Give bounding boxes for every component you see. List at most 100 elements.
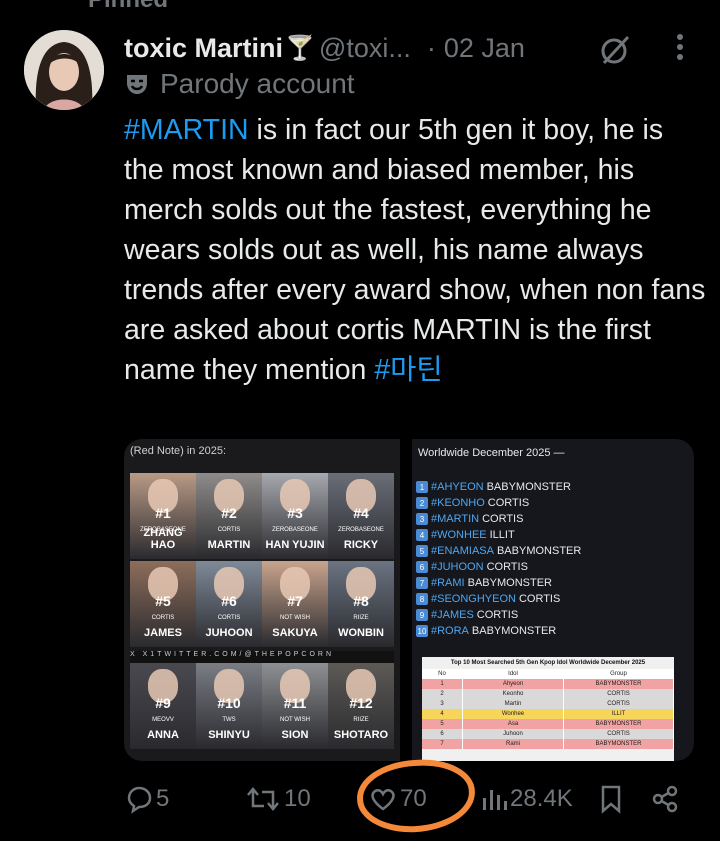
- right-image-caption: Worldwide December 2025 —: [418, 447, 565, 459]
- hashtag-korean[interactable]: #마틴: [374, 354, 442, 386]
- table-row: 2 Keonho CORTIS: [422, 689, 674, 699]
- share-button[interactable]: [650, 784, 682, 814]
- table-row: 1 Ahyeon BABYMONSTER: [422, 679, 674, 689]
- rank-number: 9: [416, 609, 428, 621]
- rank-item: 2 #KEONHO CORTIS: [416, 495, 666, 511]
- rank-group: BABYMONSTER: [486, 481, 571, 493]
- rank-group: BABYMONSTER: [496, 545, 582, 557]
- repost-count: 10: [284, 785, 311, 812]
- idol-cell: #5 CORTIS JAMES: [130, 561, 196, 647]
- rank-hashtag: #RORA: [431, 625, 469, 637]
- rank-number: 10: [416, 625, 428, 637]
- idol-cell: #6 CORTIS JUHOON: [196, 561, 262, 647]
- rank-group: CORTIS: [487, 497, 530, 509]
- idol-rank: #12: [349, 695, 373, 711]
- tweet-text: #MARTIN is in fact our 5th gen it boy, h…: [124, 110, 710, 390]
- rank-hashtag: #AHYEON: [431, 481, 484, 493]
- rank-hashtag: #RAMI: [431, 577, 465, 589]
- avatar[interactable]: [24, 30, 104, 110]
- idol-rank: #10: [217, 695, 241, 711]
- media-image-right[interactable]: Worldwide December 2025 — 1 #AHYEON BABYMO…: [412, 439, 694, 761]
- table-cell: CORTIS: [564, 699, 674, 709]
- idol-idol: JUHOON: [205, 627, 253, 639]
- idol-cell: #11 NOT WISH SION: [262, 663, 328, 749]
- author-handle[interactable]: @toxi...: [319, 33, 411, 64]
- table-cell: 5: [422, 719, 463, 729]
- idol-group: ZEROBASEONE: [272, 527, 318, 533]
- idol-group: TWS: [222, 717, 236, 723]
- table-header-cell: No: [422, 669, 463, 679]
- rank-hashtag: #JUHOON: [431, 561, 484, 573]
- rank-hashtag: #JAMES: [431, 609, 474, 621]
- table-cell: 4: [422, 709, 463, 719]
- rank-number: 7: [416, 577, 428, 589]
- tweet-date[interactable]: 02 Jan: [444, 33, 525, 64]
- rank-hashtag: #KEONHO: [431, 497, 485, 509]
- table-cell: CORTIS: [564, 729, 674, 739]
- watermark: X X1TWITTER.COM/@THEPOPCORN: [130, 651, 394, 663]
- parody-account-label: Parody account: [124, 68, 355, 100]
- reply-count: 5: [156, 785, 170, 812]
- table-row: 3 Martin CORTIS: [422, 699, 674, 709]
- views-icon: [483, 790, 507, 810]
- idol-rank: #8: [353, 593, 369, 609]
- idol-idol: ANNA: [147, 729, 179, 741]
- table-header: No Idol Group: [422, 669, 674, 679]
- idol-rank: #2: [221, 505, 237, 521]
- media-attachments[interactable]: (Red Note) in 2025: #1 ZEROBASEONE ZHANG H…: [124, 439, 694, 761]
- idol-group: ZEROBASEONE: [338, 527, 384, 533]
- rank-item: 1 #AHYEON BABYMONSTER: [416, 479, 666, 495]
- idol-cell: #4 ZEROBASEONE RICKY: [328, 473, 394, 559]
- repost-button[interactable]: 10: [244, 784, 311, 814]
- rank-number: 8: [416, 593, 428, 605]
- idol-idol: WONBIN: [338, 627, 384, 639]
- idol-group: CORTIS: [151, 615, 175, 621]
- hashtag-martin[interactable]: #MARTIN: [124, 114, 249, 146]
- cocktail-emoji: 🍸: [285, 34, 315, 62]
- rank-number: 4: [416, 529, 428, 541]
- table-cell: Juhoon: [463, 729, 564, 739]
- table-cell: BABYMONSTER: [564, 719, 674, 729]
- more-options-icon[interactable]: [672, 32, 688, 67]
- idol-cell: #3 ZEROBASEONE HAN YUJIN: [262, 473, 328, 559]
- repost-icon: [247, 787, 279, 811]
- idol-idol: SHINYU: [208, 729, 250, 741]
- reply-button[interactable]: 5: [124, 784, 169, 814]
- rank-item: 4 #WONHEE ILLIT: [416, 527, 666, 543]
- idol-group: CORTIS: [217, 615, 241, 621]
- rank-item: 3 #MARTIN CORTIS: [416, 511, 666, 527]
- rank-group: CORTIS: [482, 513, 524, 525]
- idol-idol: SAKUYA: [272, 627, 318, 639]
- table-header-cell: Idol: [463, 669, 564, 679]
- rank-hashtag: #MARTIN: [431, 513, 480, 525]
- idol-group: RIIZE: [353, 615, 369, 621]
- idol-group: RIIZE: [353, 717, 369, 723]
- share-icon: [652, 785, 678, 813]
- rank-group: BABYMONSTER: [471, 625, 557, 637]
- bookmark-button[interactable]: [598, 784, 626, 814]
- table-cell: BABYMONSTER: [564, 679, 674, 689]
- rank-group: BABYMONSTER: [467, 577, 552, 589]
- grok-icon[interactable]: [598, 33, 632, 72]
- author-name[interactable]: toxic Martini: [124, 33, 283, 64]
- table-cell: Keonho: [463, 689, 564, 699]
- rank-number: 5: [416, 545, 428, 557]
- idol-rank: #6: [221, 593, 237, 609]
- rank-item: 5 #ENAMIASA BABYMONSTER: [416, 543, 666, 559]
- idol-rank: #4: [353, 505, 369, 521]
- idol-cell: #8 RIIZE WONBIN: [328, 561, 394, 647]
- idol-cell: #9 MEOVV ANNA: [130, 663, 196, 749]
- left-image-caption: (Red Note) in 2025:: [130, 445, 226, 457]
- idol-rank: #3: [287, 505, 303, 521]
- idol-idol: JAMES: [144, 627, 182, 639]
- rank-number: 2: [416, 497, 428, 509]
- rank-group: CORTIS: [518, 593, 561, 605]
- rank-group: CORTIS: [486, 561, 528, 573]
- views-button[interactable]: 28.4K: [480, 784, 573, 814]
- table-row: 6 Juhoon CORTIS: [422, 729, 674, 739]
- rank-item: 8 #SEONGHYEON CORTIS: [416, 591, 666, 607]
- media-image-left[interactable]: (Red Note) in 2025: #1 ZEROBASEONE ZHANG H…: [124, 439, 400, 761]
- rank-number: 6: [416, 561, 428, 573]
- rank-item: 7 #RAMI BABYMONSTER: [416, 575, 666, 591]
- idol-cell: #1 ZEROBASEONE ZHANG HAO: [130, 473, 196, 559]
